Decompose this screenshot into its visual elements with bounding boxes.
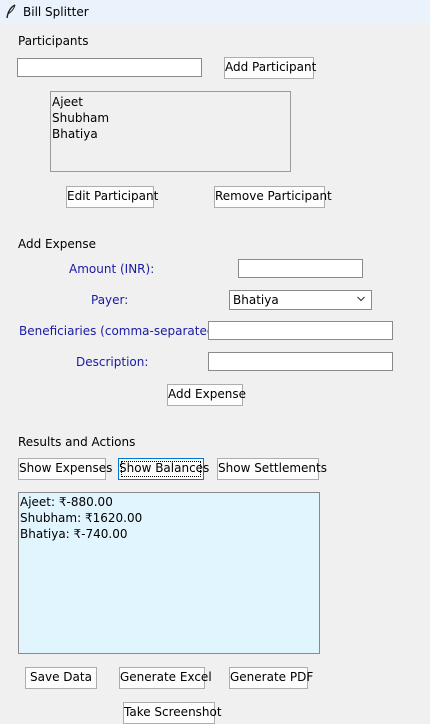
list-item[interactable]: Shubham [52,110,289,126]
show-expenses-button[interactable]: Show Expenses [18,458,112,480]
balance-line: Bhatiya: ₹-740.00 [20,527,128,541]
edit-participant-button[interactable]: Edit Participant [66,186,158,208]
generate-excel-button[interactable]: Generate Excel [119,667,212,689]
generate-pdf-button[interactable]: Generate PDF [229,667,313,689]
balance-line: Ajeet: ₹-880.00 [20,495,113,509]
participants-section-label: Participants [18,34,89,48]
payer-select[interactable]: Bhatiya [229,290,372,310]
amount-label: Amount (INR): [69,262,155,276]
add-expense-button[interactable]: Add Expense [167,384,246,406]
window-title: Bill Splitter [23,5,89,19]
add-participant-button[interactable]: Add Participant [224,57,316,79]
beneficiaries-input[interactable] [208,321,393,340]
feather-icon [6,4,16,19]
participant-name-input[interactable] [17,58,202,77]
add-expense-section-label: Add Expense [18,237,96,251]
list-item[interactable]: Bhatiya [52,126,289,142]
payer-label: Payer: [91,293,129,307]
show-settlements-button[interactable]: Show Settlements [217,458,327,480]
payer-selected-value: Bhatiya [233,293,279,307]
save-data-button[interactable]: Save Data [25,667,97,689]
remove-participant-button[interactable]: Remove Participant [214,186,332,208]
participants-listbox[interactable]: Ajeet Shubham Bhatiya [50,91,291,172]
amount-input[interactable] [238,259,363,278]
take-screenshot-button[interactable]: Take Screenshot [123,702,222,724]
chevron-down-icon [357,296,365,302]
balance-line: Shubham: ₹1620.00 [20,511,143,525]
show-balances-button[interactable]: Show Balances [118,458,209,480]
results-text-area[interactable]: Ajeet: ₹-880.00 Shubham: ₹1620.00 Bhatiy… [18,492,320,654]
description-input[interactable] [208,352,393,371]
list-item[interactable]: Ajeet [52,94,289,110]
results-section-label: Results and Actions [18,435,136,449]
beneficiaries-label: Beneficiaries (comma-separated): [19,324,224,338]
description-label: Description: [76,355,149,369]
